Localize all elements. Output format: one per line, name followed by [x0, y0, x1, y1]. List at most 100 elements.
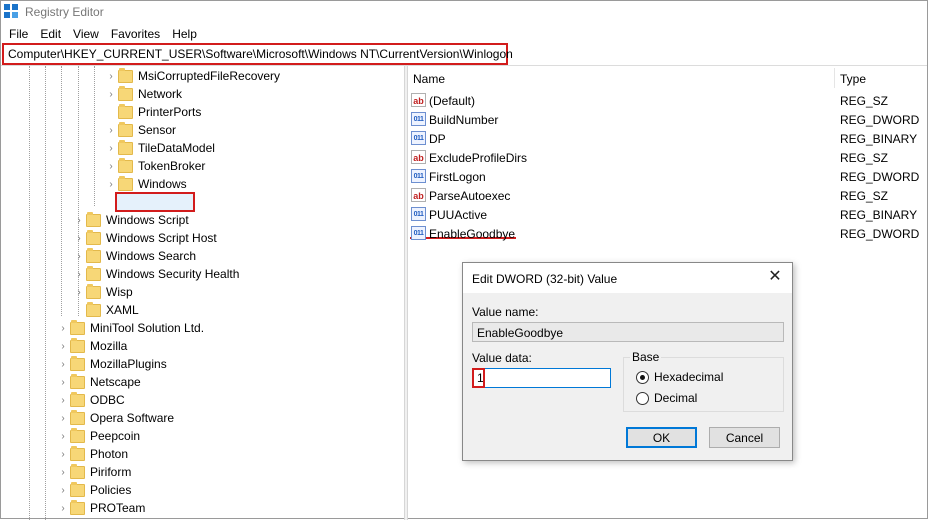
- registry-editor-window: Registry Editor File Edit View Favorites…: [0, 0, 928, 520]
- tree-item[interactable]: › Sensor: [106, 121, 176, 139]
- chevron-right-icon[interactable]: ›: [106, 143, 116, 154]
- binary-value-icon: 011: [411, 169, 426, 183]
- value-row[interactable]: 011 EnableGoodbye REG_DWORD: [408, 224, 927, 243]
- tree-item[interactable]: › Windows Script: [74, 211, 189, 229]
- tree-item-label: Windows Search: [106, 249, 197, 263]
- folder-icon: [118, 157, 133, 173]
- tree-item[interactable]: › Wisp: [74, 283, 133, 301]
- folder-icon: [70, 409, 85, 425]
- tree-item[interactable]: › Windows: [106, 175, 187, 193]
- chevron-right-icon[interactable]: ›: [58, 503, 68, 514]
- binary-value-icon: 011: [411, 131, 426, 145]
- tree-item[interactable]: › Piriform: [58, 463, 131, 481]
- tree-item[interactable]: › Peepcoin: [58, 427, 140, 445]
- tree-item[interactable]: › MiniTool Solution Ltd.: [58, 319, 204, 337]
- tree-item[interactable]: › Opera Software: [58, 409, 174, 427]
- tree-item[interactable]: XAML: [74, 301, 139, 319]
- value-row[interactable]: 011 PUUActive REG_BINARY: [408, 205, 927, 224]
- value-name: ParseAutoexec: [429, 189, 511, 203]
- radio-decimal[interactable]: Decimal: [636, 391, 697, 405]
- chevron-right-icon[interactable]: ›: [106, 71, 116, 82]
- chevron-right-icon[interactable]: ›: [58, 359, 68, 370]
- chevron-right-icon[interactable]: ›: [106, 161, 116, 172]
- column-separator[interactable]: [834, 68, 835, 88]
- folder-icon: [70, 463, 85, 479]
- chevron-right-icon[interactable]: ›: [58, 395, 68, 406]
- radio-hexadecimal[interactable]: Hexadecimal: [636, 370, 723, 384]
- value-row[interactable]: ab ExcludeProfileDirs REG_SZ: [408, 148, 927, 167]
- value-row[interactable]: ab (Default) REG_SZ: [408, 91, 927, 110]
- tree-item[interactable]: › Mozilla: [58, 337, 127, 355]
- tree-item-label: XAML: [106, 303, 139, 317]
- column-header-type[interactable]: Type: [840, 72, 866, 86]
- chevron-right-icon[interactable]: ›: [106, 179, 116, 190]
- tree-item[interactable]: › PROTeam: [58, 499, 145, 517]
- tree-item-label: Sensor: [138, 123, 177, 137]
- chevron-right-icon[interactable]: ›: [74, 269, 84, 280]
- tree-item[interactable]: › MsiCorruptedFileRecovery: [106, 67, 280, 85]
- chevron-right-icon[interactable]: ›: [106, 89, 116, 100]
- tree-item[interactable]: PrinterPorts: [106, 103, 201, 121]
- ok-button[interactable]: OK: [626, 427, 697, 448]
- cancel-button[interactable]: Cancel: [709, 427, 780, 448]
- chevron-right-icon[interactable]: ›: [106, 125, 116, 136]
- tree-item[interactable]: › Windows Script Host: [74, 229, 217, 247]
- tree-item[interactable]: › Windows Search: [74, 247, 196, 265]
- value-row[interactable]: 011 BuildNumber REG_DWORD: [408, 110, 927, 129]
- close-icon[interactable]: ✕: [766, 268, 784, 286]
- chevron-right-icon[interactable]: ›: [74, 287, 84, 298]
- value-data-input[interactable]: [472, 368, 611, 388]
- menu-favorites[interactable]: Favorites: [105, 26, 166, 42]
- edit-dword-dialog: Edit DWORD (32-bit) Value ✕ Value name: …: [462, 262, 793, 461]
- radio-decimal-icon[interactable]: [636, 391, 649, 405]
- tree-item-label: Photon: [90, 447, 129, 461]
- title-bar: Registry Editor: [1, 1, 927, 23]
- chevron-right-icon[interactable]: ›: [74, 215, 84, 226]
- chevron-right-icon[interactable]: ›: [58, 449, 68, 460]
- chevron-right-icon[interactable]: ›: [58, 377, 68, 388]
- tree-item[interactable]: › TokenBroker: [106, 157, 205, 175]
- menu-view[interactable]: View: [67, 26, 105, 42]
- tree-item[interactable]: › MozillaPlugins: [58, 355, 167, 373]
- dialog-title-bar: Edit DWORD (32-bit) Value ✕: [463, 263, 792, 293]
- radio-hexadecimal-icon[interactable]: [636, 370, 649, 384]
- tree-item-label: Windows Security Health: [106, 267, 240, 281]
- tree-item[interactable]: › TileDataModel: [106, 139, 215, 157]
- value-row[interactable]: ab ParseAutoexec REG_SZ: [408, 186, 927, 205]
- key-tree-pane[interactable]: › MsiCorruptedFileRecovery › Network Printer…: [1, 66, 404, 520]
- tree-item[interactable]: › Netscape: [58, 373, 141, 391]
- address-bar[interactable]: Computer\HKEY_CURRENT_USER\Software\Micr…: [2, 43, 513, 65]
- tree-item-label: PROTeam: [90, 501, 146, 515]
- chevron-right-icon[interactable]: ›: [58, 341, 68, 352]
- value-row[interactable]: 011 DP REG_BINARY: [408, 129, 927, 148]
- chevron-right-icon[interactable]: ›: [58, 431, 68, 442]
- dialog-title: Edit DWORD (32-bit) Value: [472, 272, 618, 286]
- tree-item-label: Windows Script: [106, 213, 189, 227]
- chevron-right-icon[interactable]: ›: [74, 251, 84, 262]
- tree-item-label: MiniTool Solution Ltd.: [90, 321, 205, 335]
- binary-value-icon: 011: [411, 112, 426, 126]
- chevron-right-icon[interactable]: ›: [58, 323, 68, 334]
- tree-item[interactable]: › Photon: [58, 445, 128, 463]
- menu-file[interactable]: File: [3, 26, 34, 42]
- tree-item[interactable]: › ODBC: [58, 391, 125, 409]
- value-name-field: EnableGoodbye: [472, 322, 784, 342]
- folder-icon: [70, 427, 85, 443]
- chevron-right-icon[interactable]: ›: [58, 467, 68, 478]
- folder-icon: [70, 481, 85, 497]
- tree-item-label: ODBC: [90, 393, 125, 407]
- menu-edit[interactable]: Edit: [34, 26, 67, 42]
- chevron-right-icon[interactable]: ›: [58, 413, 68, 424]
- value-name-label: Value name:: [472, 305, 539, 319]
- tree-item[interactable]: › Windows Security Health: [74, 265, 239, 283]
- tree-item[interactable]: › Policies: [58, 481, 131, 499]
- value-name: DP: [429, 132, 446, 146]
- column-header-name[interactable]: Name: [413, 72, 445, 86]
- tree-item[interactable]: › Network: [106, 85, 182, 103]
- menu-help[interactable]: Help: [166, 26, 203, 42]
- chevron-right-icon[interactable]: ›: [58, 485, 68, 496]
- chevron-right-icon[interactable]: ›: [74, 233, 84, 244]
- tree-guide-line: [29, 66, 30, 520]
- tree-guide-line: [94, 66, 95, 206]
- value-row[interactable]: 011 FirstLogon REG_DWORD: [408, 167, 927, 186]
